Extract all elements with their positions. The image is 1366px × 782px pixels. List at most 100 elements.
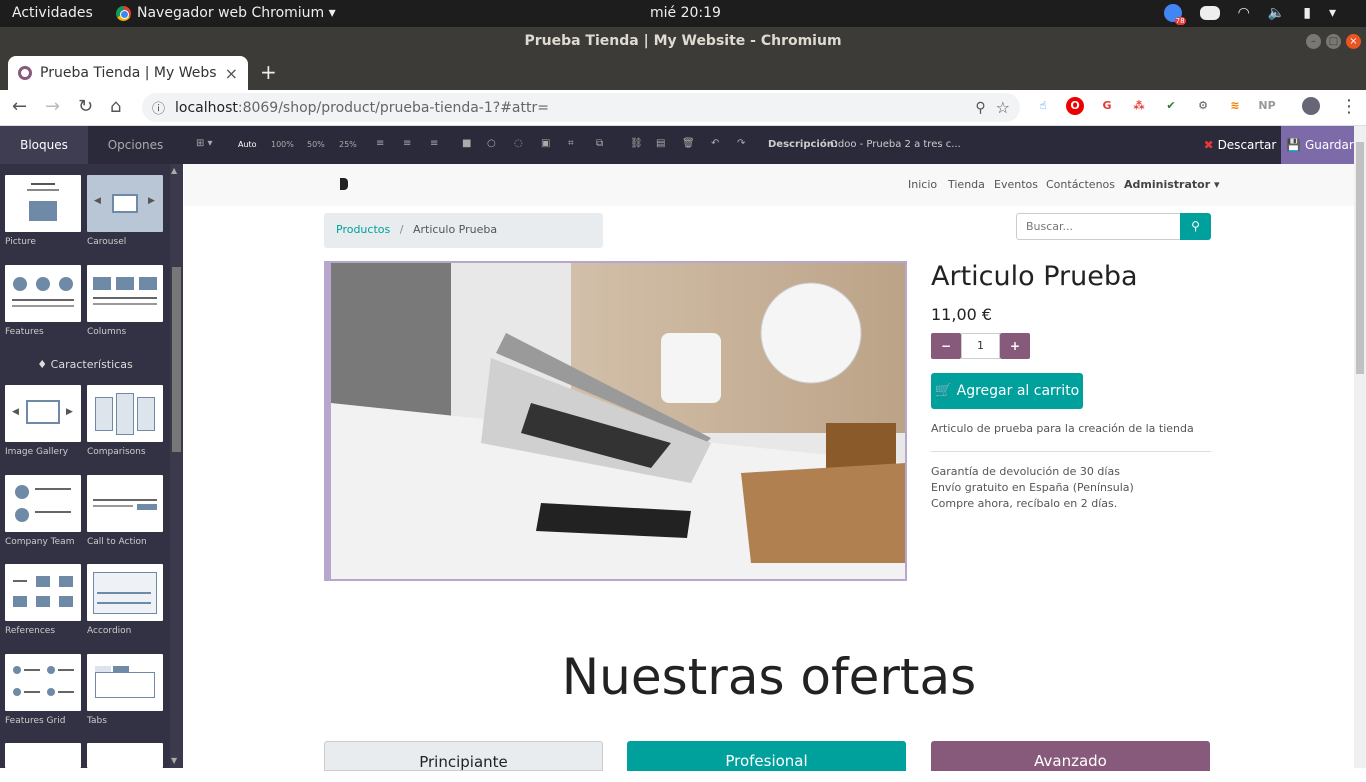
description-value[interactable]: Odoo - Prueba 2 a tres c... [830, 139, 961, 150]
clock[interactable]: mié 20:19 [650, 5, 721, 21]
power-menu-icon[interactable]: ▾ [1329, 5, 1336, 21]
snippet-company-team[interactable] [5, 475, 81, 532]
snippet-picture[interactable] [5, 175, 81, 232]
extension-opera-icon[interactable]: O [1066, 97, 1084, 115]
align-left-icon[interactable]: ≡ [376, 138, 384, 149]
site-info-icon[interactable]: ⓘ [152, 98, 165, 117]
snippet-columns[interactable] [87, 265, 163, 322]
extension-rss-icon[interactable]: ≋ [1226, 97, 1244, 115]
snippet-partial[interactable] [87, 743, 163, 768]
snippet-carousel[interactable]: ◀ ▶ [87, 175, 163, 232]
snippet-partial[interactable] [5, 743, 81, 768]
new-tab-button[interactable]: + [260, 60, 277, 84]
scroll-down-icon[interactable]: ▼ [171, 756, 177, 765]
add-to-cart-label: Agregar al carrito [956, 383, 1080, 399]
guarantees-list[interactable]: Garantía de devolución de 30 días Envío … [931, 464, 1134, 512]
tab-blocks[interactable]: Bloques [0, 126, 88, 164]
snippet-features[interactable] [5, 265, 81, 322]
address-bar[interactable]: ⓘ localhost:8069/shop/product/prueba-tie… [142, 93, 1020, 122]
activities-button[interactable]: Actividades [12, 5, 93, 21]
chrome-menu-icon[interactable]: ⋮ [1340, 96, 1358, 117]
volume-icon[interactable]: 🔈 [1268, 5, 1285, 21]
product-description[interactable]: Articulo de prueba para la creación de l… [931, 422, 1194, 435]
panel-scrollbar[interactable] [170, 164, 183, 768]
maximize-icon[interactable]: □ [1326, 34, 1341, 49]
circle-shape-icon[interactable]: ○ [487, 138, 496, 149]
layout-dropdown-icon[interactable]: ⊞ ▾ [196, 138, 213, 149]
browser-tab[interactable]: Prueba Tienda | My Websi × [8, 56, 248, 90]
quantity-decrease-button[interactable]: − [931, 333, 961, 359]
breadcrumb-products[interactable]: Productos [336, 223, 390, 236]
user-menu[interactable]: Administrator ▾ [1124, 178, 1219, 191]
square-shape-icon[interactable]: ■ [462, 138, 471, 149]
plan-advanced[interactable]: Avanzado [931, 741, 1210, 771]
product-image[interactable] [324, 261, 907, 581]
snippet-features-grid[interactable] [5, 654, 81, 711]
add-to-cart-button[interactable]: 🛒 Agregar al carrito [931, 373, 1083, 409]
extension-np-icon[interactable]: NP [1256, 97, 1278, 115]
extension-touch-icon[interactable]: ☝ [1034, 97, 1052, 115]
zoom-icon[interactable]: ⚲ [975, 100, 985, 116]
snippet-image-gallery[interactable]: ◀ ▶ [5, 385, 81, 442]
extension-translate-icon[interactable]: ⁂ [1130, 97, 1148, 115]
scroll-up-icon[interactable]: ▲ [171, 166, 177, 175]
bookmark-star-icon[interactable]: ☆ [996, 98, 1010, 117]
extension-google-icon[interactable]: G [1098, 97, 1116, 115]
minimize-icon[interactable]: – [1306, 34, 1321, 49]
extension-gear-icon[interactable]: ⚙ [1194, 97, 1212, 115]
nav-inicio[interactable]: Inicio [908, 178, 937, 191]
quantity-input[interactable]: 1 [961, 333, 1000, 359]
snippet-tabs[interactable] [87, 654, 163, 711]
app-menu[interactable]: Navegador web Chromium ▾ [116, 5, 336, 21]
breadcrumb-separator: / [399, 223, 404, 236]
crop-icon[interactable]: ⌗ [568, 138, 574, 149]
plan-professional[interactable]: Profesional [627, 741, 906, 771]
snippet-call-to-action[interactable] [87, 475, 163, 532]
discord-icon[interactable] [1199, 6, 1220, 20]
chromium-icon [116, 5, 131, 21]
snippet-comparisons[interactable] [87, 385, 163, 442]
undo-icon[interactable]: ↶ [711, 138, 719, 149]
back-icon[interactable]: ← [12, 96, 27, 117]
offers-heading[interactable]: Nuestras ofertas [184, 648, 1354, 706]
shadow-icon[interactable]: ◌ [514, 138, 523, 149]
quantity-increase-button[interactable]: + [1000, 333, 1030, 359]
size-auto[interactable]: Auto [238, 140, 257, 149]
snippet-references[interactable] [5, 564, 81, 621]
home-icon[interactable]: ⌂ [110, 96, 121, 117]
tab-title: Prueba Tienda | My Websi [40, 65, 217, 81]
image-description-icon[interactable]: ▤ [656, 138, 665, 149]
size-100[interactable]: 100% [271, 140, 294, 149]
panel-scroll-thumb[interactable] [172, 267, 181, 452]
profile-avatar[interactable] [1302, 97, 1320, 115]
size-25[interactable]: 25% [339, 140, 357, 149]
forward-icon[interactable]: → [45, 96, 60, 117]
trash-icon[interactable]: 🗑 [682, 138, 695, 149]
site-logo[interactable] [340, 178, 348, 190]
link-icon[interactable]: ⛓ [630, 138, 643, 149]
save-button[interactable]: 💾 Guardar [1281, 126, 1359, 164]
align-right-icon[interactable]: ≡ [430, 138, 438, 149]
reload-icon[interactable]: ↻ [78, 96, 93, 117]
tab-options[interactable]: Opciones [88, 126, 183, 164]
nav-tienda[interactable]: Tienda [948, 178, 985, 191]
chrome-notification-icon[interactable]: 78 [1163, 4, 1186, 25]
size-50[interactable]: 50% [307, 140, 325, 149]
discard-button[interactable]: ✖ Descartar [1200, 126, 1280, 164]
battery-icon[interactable]: ▮ [1303, 5, 1311, 21]
nav-eventos[interactable]: Eventos [994, 178, 1038, 191]
tab-close-icon[interactable]: × [225, 64, 238, 83]
page-scroll-thumb[interactable] [1356, 142, 1364, 374]
wifi-icon[interactable]: ◠ [1238, 5, 1250, 21]
search-input[interactable]: Buscar... [1016, 213, 1181, 240]
align-center-icon[interactable]: ≡ [403, 138, 411, 149]
replace-image-icon[interactable]: ▣ [541, 138, 550, 149]
redo-icon[interactable]: ↷ [737, 138, 745, 149]
nav-contactenos[interactable]: Contáctenos [1046, 178, 1115, 191]
extension-check-icon[interactable]: ✔ [1162, 97, 1180, 115]
search-button[interactable]: ⚲ [1180, 213, 1211, 240]
transform-icon[interactable]: ⧉ [596, 138, 603, 149]
snippet-accordion[interactable] [87, 564, 163, 621]
close-window-icon[interactable]: × [1346, 34, 1361, 49]
plan-beginner[interactable]: Principiante [324, 741, 603, 771]
